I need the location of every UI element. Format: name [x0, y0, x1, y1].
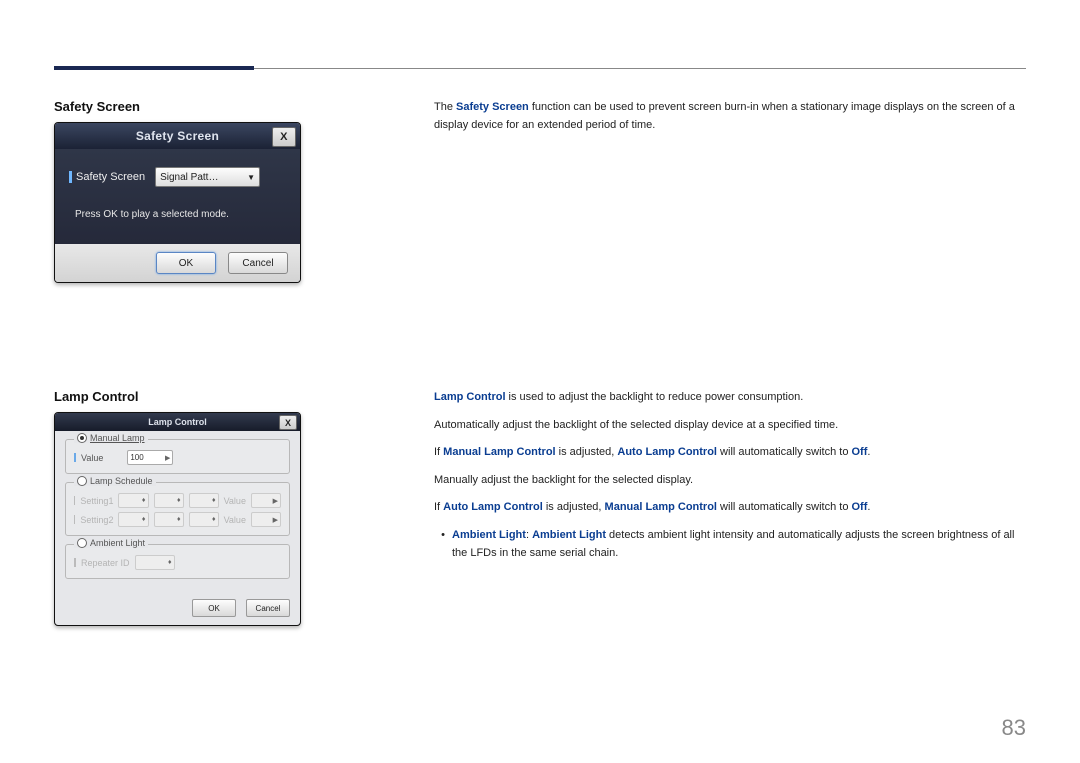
field-label: Safety Screen	[69, 171, 145, 183]
lamp-control-dialog: Lamp Control X Manual Lamp V	[54, 412, 301, 626]
value-stepper[interactable]: 100 ▶	[127, 450, 173, 465]
ok-button[interactable]: OK	[192, 599, 236, 617]
radio-off-icon	[77, 476, 87, 486]
marker-icon	[74, 558, 76, 567]
radio-off-icon	[77, 538, 87, 548]
marker-icon	[74, 453, 76, 462]
ambient-light-group: Ambient Light Repeater ID ♦	[65, 544, 290, 579]
section-title-lamp-control: Lamp Control	[54, 389, 304, 404]
select-value: Signal Patt…	[160, 172, 218, 183]
close-button[interactable]: X	[272, 127, 296, 147]
repeater-id-stepper: ♦	[135, 555, 175, 570]
setting1-value-label: Value	[224, 496, 246, 506]
setting2-label: Setting2	[80, 515, 113, 525]
setting2-value-label: Value	[224, 515, 246, 525]
setting1-value-stepper: ▶	[251, 493, 281, 508]
cancel-button[interactable]: Cancel	[246, 599, 290, 617]
chevron-right-icon: ▶	[165, 454, 170, 462]
dialog-body: Safety Screen Signal Patt… ▼ Press OK to…	[55, 149, 300, 244]
dialog-footer: OK Cancel	[55, 593, 300, 625]
radio-on-icon	[77, 433, 87, 443]
cancel-button[interactable]: Cancel	[228, 252, 288, 274]
setting1-ampm-stepper: ♦	[189, 493, 219, 508]
chevron-down-icon: ▼	[247, 173, 255, 182]
dialog-footer: OK Cancel	[55, 244, 300, 282]
marker-icon	[74, 515, 75, 524]
lamp-control-line1: Lamp Control is used to adjust the backl…	[434, 389, 1026, 407]
safety-screen-description: The Safety Screen function can be used t…	[434, 99, 1026, 134]
lamp-control-line3: If Manual Lamp Control is adjusted, Auto…	[434, 444, 1026, 462]
setting2-hour-stepper: ♦	[118, 512, 148, 527]
lamp-schedule-legend[interactable]: Lamp Schedule	[74, 476, 156, 486]
setting2-ampm-stepper: ♦	[189, 512, 219, 527]
close-icon: X	[285, 418, 291, 428]
setting2-value-stepper: ▶	[251, 512, 281, 527]
dialog-title: Lamp Control	[148, 417, 207, 427]
lamp-control-line4: Manually adjust the backlight for the se…	[434, 472, 1026, 490]
ambient-light-bullet: • Ambient Light: Ambient Light detects a…	[434, 527, 1026, 562]
close-button[interactable]: X	[279, 415, 297, 430]
page-header-rule	[54, 68, 1026, 69]
setting1-hour-stepper: ♦	[118, 493, 148, 508]
setting2-min-stepper: ♦	[154, 512, 184, 527]
lamp-control-line5: If Auto Lamp Control is adjusted, Manual…	[434, 499, 1026, 517]
dialog-titlebar: Lamp Control X	[55, 413, 300, 431]
dialog-title: Safety Screen	[136, 129, 219, 143]
lamp-control-line2: Automatically adjust the backlight of th…	[434, 417, 1026, 435]
setting1-label: Setting1	[80, 496, 113, 506]
ok-button[interactable]: OK	[156, 252, 216, 274]
manual-lamp-legend[interactable]: Manual Lamp	[74, 433, 148, 443]
value-label: Value	[81, 453, 103, 463]
safety-screen-term: Safety Screen	[456, 101, 529, 113]
bullet-icon: •	[434, 527, 452, 562]
section-title-safety-screen: Safety Screen	[54, 99, 304, 114]
close-icon: X	[280, 131, 288, 143]
lamp-schedule-group: Lamp Schedule Setting1 ♦ ♦ ♦ Value ▶	[65, 482, 290, 536]
safety-screen-dialog: Safety Screen X Safety Screen Signal Pat…	[54, 122, 301, 283]
signal-pattern-select[interactable]: Signal Patt… ▼	[155, 167, 260, 187]
page-number: 83	[1002, 715, 1026, 741]
marker-icon	[74, 496, 75, 505]
dialog-titlebar: Safety Screen X	[55, 123, 300, 149]
setting1-min-stepper: ♦	[154, 493, 184, 508]
marker-icon	[69, 171, 72, 183]
ambient-light-legend[interactable]: Ambient Light	[74, 538, 148, 548]
manual-lamp-group: Manual Lamp Value 100 ▶	[65, 439, 290, 474]
dialog-message: Press OK to play a selected mode.	[69, 209, 286, 220]
repeater-id-label: Repeater ID	[81, 558, 130, 568]
